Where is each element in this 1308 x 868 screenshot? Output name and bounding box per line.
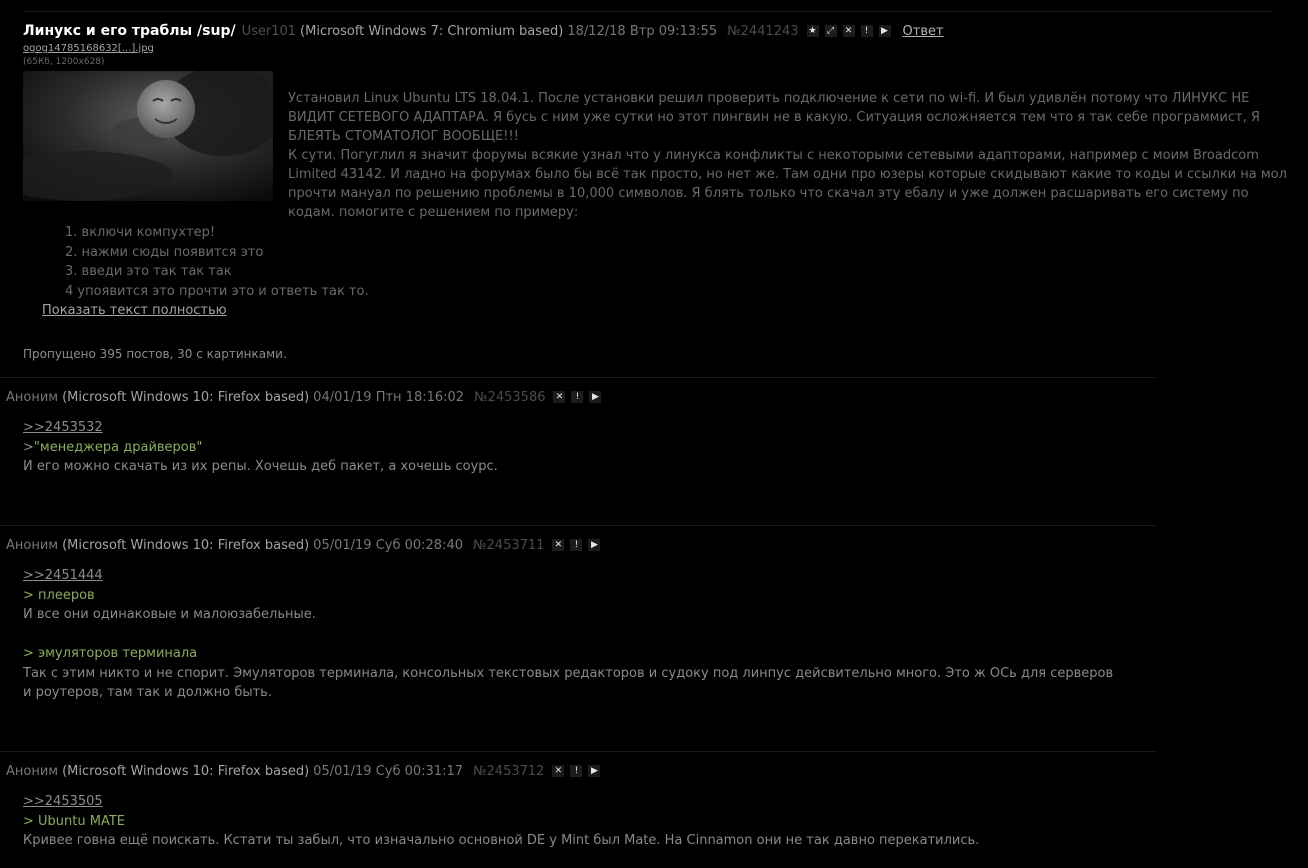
close-icon[interactable]: ✕: [842, 25, 855, 37]
reply-link[interactable]: Ответ: [903, 24, 944, 39]
post-text-line: И все они одинаковые и малоюзабельные.: [23, 607, 316, 622]
attachment-filename[interactable]: ogog14785168632[...].jpg: [23, 42, 1298, 56]
user-agent: (Microsoft Windows 10: Firefox based): [62, 537, 310, 553]
user-agent: (Microsoft Windows 10: Firefox based): [62, 763, 310, 779]
greentext-quote: > эмуляторов терминала: [23, 646, 198, 661]
show-full-text-link[interactable]: Показать текст полностью: [42, 301, 1298, 320]
greentext-quote: >"менеджера драйверов": [23, 438, 1156, 458]
reply-backlink[interactable]: >>2451444: [23, 566, 1156, 586]
greentext-quote: > Ubuntu MATE: [23, 813, 125, 829]
thread-page: Линукс и его траблы /sup/ User101 (Micro…: [0, 0, 1308, 868]
list-item: 3. введи это так так так: [65, 264, 232, 279]
reply-post: Аноним (Microsoft Windows 10: Firefox ba…: [6, 388, 1156, 477]
op-date: 18/12/18 Втр 09:13:55: [567, 23, 718, 39]
post-number[interactable]: №2453711: [473, 538, 544, 553]
omitted-posts-note: Пропущено 395 постов, 30 с картинками.: [23, 347, 287, 361]
reply-post: Аноним (Microsoft Windows 10: Firefox ba…: [6, 536, 1156, 703]
post-date: 05/01/19 Суб 00:28:40: [313, 537, 463, 553]
op-body: Установил Linux Ubuntu LTS 18.04.1. Посл…: [23, 71, 1298, 222]
op-poster-name: User101: [241, 23, 297, 39]
quote-marker: >: [23, 439, 34, 455]
play-icon[interactable]: ▶: [588, 539, 601, 551]
attachment-meta: (65Кб, 1200x628): [23, 57, 105, 67]
poster-name: Аноним: [6, 763, 59, 779]
post-number[interactable]: №2453586: [474, 390, 545, 405]
close-icon[interactable]: ✕: [553, 391, 566, 403]
post-header: Аноним (Microsoft Windows 10: Firefox ba…: [6, 388, 1156, 406]
report-icon[interactable]: !: [570, 765, 583, 777]
greentext-quote: > плееров: [23, 587, 95, 603]
post-number[interactable]: №2453712: [473, 764, 544, 779]
post-header: Аноним (Microsoft Windows 10: Firefox ba…: [6, 762, 1156, 780]
report-icon[interactable]: !: [860, 25, 873, 37]
post-header: Аноним (Microsoft Windows 10: Firefox ba…: [6, 536, 1156, 554]
post-date: 04/01/19 Птн 18:16:02: [313, 389, 465, 405]
post-body: >>2453532 >"менеджера драйверов" И его м…: [23, 418, 1156, 477]
post-text-line: и роутеров, там так и должно быть.: [23, 685, 272, 700]
report-icon[interactable]: !: [570, 539, 583, 551]
post-body: >>2453505 > Ubuntu MATE Кривее говна ещё…: [23, 792, 1156, 851]
op-post-number[interactable]: №2441243: [727, 24, 798, 39]
post-divider: [0, 751, 1156, 752]
close-icon[interactable]: ✕: [552, 539, 565, 551]
report-icon[interactable]: !: [571, 391, 584, 403]
post-body: >>2451444 > плееров И все они одинаковые…: [23, 566, 1156, 703]
poster-name: Аноним: [6, 537, 59, 553]
quote-text: "менеджера драйверов": [33, 439, 203, 455]
post-text-line: Кривее говна ещё поискать. Кстати ты заб…: [23, 833, 980, 848]
play-icon[interactable]: ▶: [878, 25, 891, 37]
op-header: Линукс и его траблы /sup/ User101 (Micro…: [23, 20, 1298, 42]
post-divider: [0, 525, 1156, 526]
post-text-line: И его можно скачать из их репы. Хочешь д…: [23, 459, 498, 474]
op-paragraph-1: Установил Linux Ubuntu LTS 18.04.1. Посл…: [288, 91, 1260, 144]
op-post: Линукс и его траблы /sup/ User101 (Micro…: [23, 20, 1298, 320]
reply-backlink[interactable]: >>2453532: [23, 418, 1156, 438]
op-text: Установил Linux Ubuntu LTS 18.04.1. Посл…: [288, 89, 1293, 222]
post-divider: [0, 377, 1156, 378]
thread-title: Линукс и его траблы /sup/: [23, 23, 236, 39]
play-icon[interactable]: ▶: [588, 765, 601, 777]
expand-icon[interactable]: ⤢: [824, 25, 837, 37]
list-item: 2. нажми сюды появится это: [65, 244, 264, 260]
play-icon[interactable]: ▶: [589, 391, 602, 403]
user-agent: (Microsoft Windows 10: Firefox based): [62, 389, 310, 405]
attachment-thumbnail[interactable]: [23, 71, 273, 201]
op-paragraph-2: К сути. Погуглил я значит форумы всякие …: [288, 148, 1287, 220]
post-text-line: Так с этим никто и не спорит. Эмуляторов…: [23, 665, 1114, 681]
op-user-agent: (Microsoft Windows 7: Chromium based): [300, 23, 564, 39]
reply-post: Аноним (Microsoft Windows 10: Firefox ba…: [6, 762, 1156, 851]
star-icon[interactable]: ★: [806, 25, 819, 37]
poster-name: Аноним: [6, 389, 59, 405]
reply-backlink[interactable]: >>2453505: [23, 792, 1156, 812]
list-item: 4 упоявится это прочти это и ответь так …: [65, 283, 369, 299]
list-item: 1. включи компухтер!: [65, 225, 216, 240]
op-steps-list: 1. включи компухтер! 2. нажми сюды появи…: [23, 223, 1298, 301]
close-icon[interactable]: ✕: [552, 765, 565, 777]
top-divider: [23, 11, 1273, 12]
post-date: 05/01/19 Суб 00:31:17: [313, 763, 463, 779]
